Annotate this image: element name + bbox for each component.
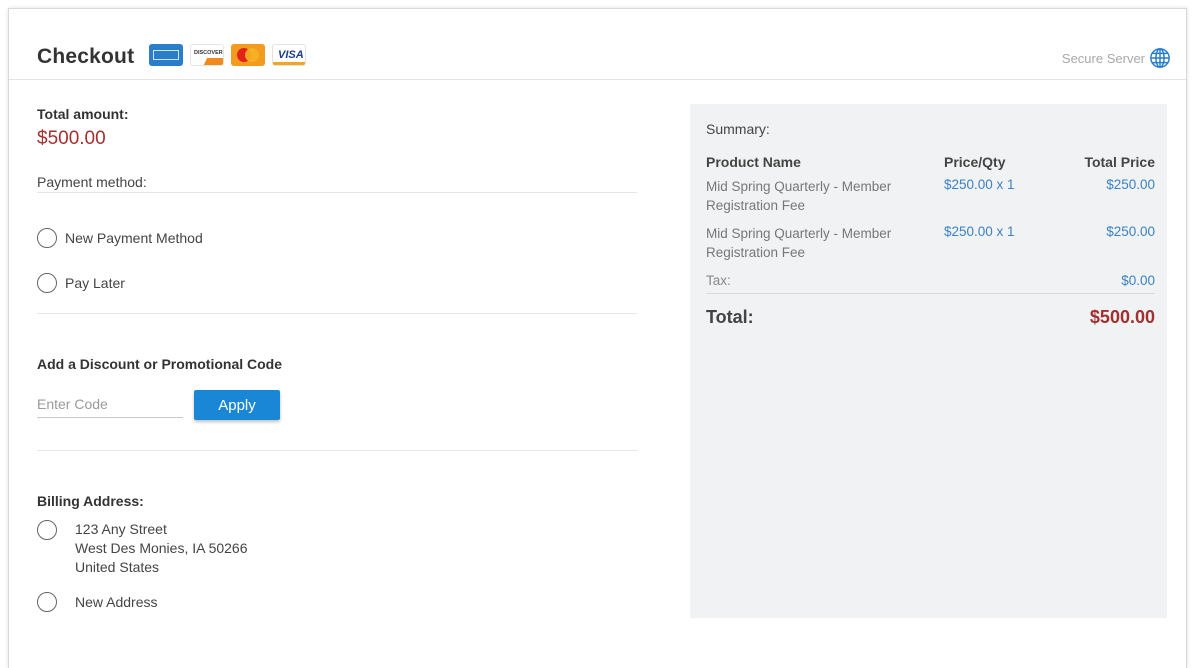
divider xyxy=(37,450,637,451)
radio-button[interactable] xyxy=(37,520,57,540)
billing-address-label: Billing Address: xyxy=(37,493,144,509)
total-amount-value: $500.00 xyxy=(37,128,106,149)
column-header-price-qty: Price/Qty xyxy=(944,154,1006,170)
tax-label: Tax: xyxy=(706,273,731,288)
total-price: $250.00 xyxy=(1106,177,1155,192)
radio-pay-later[interactable]: Pay Later xyxy=(37,273,125,293)
product-name: Mid Spring Quarterly - Member Registrati… xyxy=(706,226,892,260)
secure-server-label: Secure Server xyxy=(1061,50,1145,66)
summary-total-label: Total: xyxy=(706,307,754,327)
mastercard-icon xyxy=(231,44,265,66)
radio-button[interactable] xyxy=(37,273,57,293)
table-row: Mid Spring Quarterly - Member Registrati… xyxy=(706,177,1155,221)
discount-label: Add a Discount or Promotional Code xyxy=(37,356,283,372)
radio-new-address[interactable]: New Address xyxy=(37,592,157,612)
table-row: Mid Spring Quarterly - Member Registrati… xyxy=(706,224,1155,268)
accepted-cards: DISCOVER VISA xyxy=(149,44,306,66)
total-price: $250.00 xyxy=(1106,224,1155,239)
discount-code-input[interactable] xyxy=(37,390,183,418)
total-amount-label: Total amount: xyxy=(37,106,129,122)
divider xyxy=(706,293,1155,294)
column-header-total-price: Total Price xyxy=(1084,154,1155,170)
tax-value: $0.00 xyxy=(1121,273,1155,288)
radio-new-payment-method[interactable]: New Payment Method xyxy=(37,228,203,248)
product-name: Mid Spring Quarterly - Member Registrati… xyxy=(706,179,892,213)
order-summary: Summary: Product Name Price/Qty Total Pr… xyxy=(690,104,1167,618)
checkout-header: Checkout DISCOVER VISA Secure Server xyxy=(9,9,1186,80)
address-line: 123 Any Street xyxy=(75,521,167,537)
address-text: 123 Any Street West Des Monies, IA 50266… xyxy=(75,520,248,577)
column-header-product-name: Product Name xyxy=(706,154,801,170)
apply-button[interactable]: Apply xyxy=(194,390,280,420)
radio-label: Pay Later xyxy=(65,275,125,291)
radio-label: New Address xyxy=(75,594,158,610)
amex-icon xyxy=(149,44,183,66)
radio-existing-address[interactable]: 123 Any Street West Des Monies, IA 50266… xyxy=(37,520,248,577)
divider xyxy=(37,313,637,314)
address-line: United States xyxy=(75,559,160,575)
price-qty: $250.00 x 1 xyxy=(944,177,1015,192)
divider xyxy=(37,192,637,193)
price-qty: $250.00 x 1 xyxy=(944,224,1015,239)
page-title: Checkout xyxy=(37,45,135,68)
visa-icon: VISA xyxy=(272,44,306,66)
summary-total-value: $500.00 xyxy=(1089,307,1155,327)
secure-server-indicator: Secure Server xyxy=(1062,47,1171,69)
payment-method-label: Payment method: xyxy=(37,174,147,190)
radio-label: New Payment Method xyxy=(65,230,203,246)
discover-icon: DISCOVER xyxy=(190,44,224,66)
globe-icon xyxy=(1150,48,1170,68)
summary-title: Summary: xyxy=(706,121,770,137)
address-line: West Des Monies, IA 50266 xyxy=(75,540,248,556)
radio-button[interactable] xyxy=(37,592,57,612)
radio-button[interactable] xyxy=(37,228,57,248)
checkout-panel: Checkout DISCOVER VISA Secure Server Tot… xyxy=(8,8,1187,668)
